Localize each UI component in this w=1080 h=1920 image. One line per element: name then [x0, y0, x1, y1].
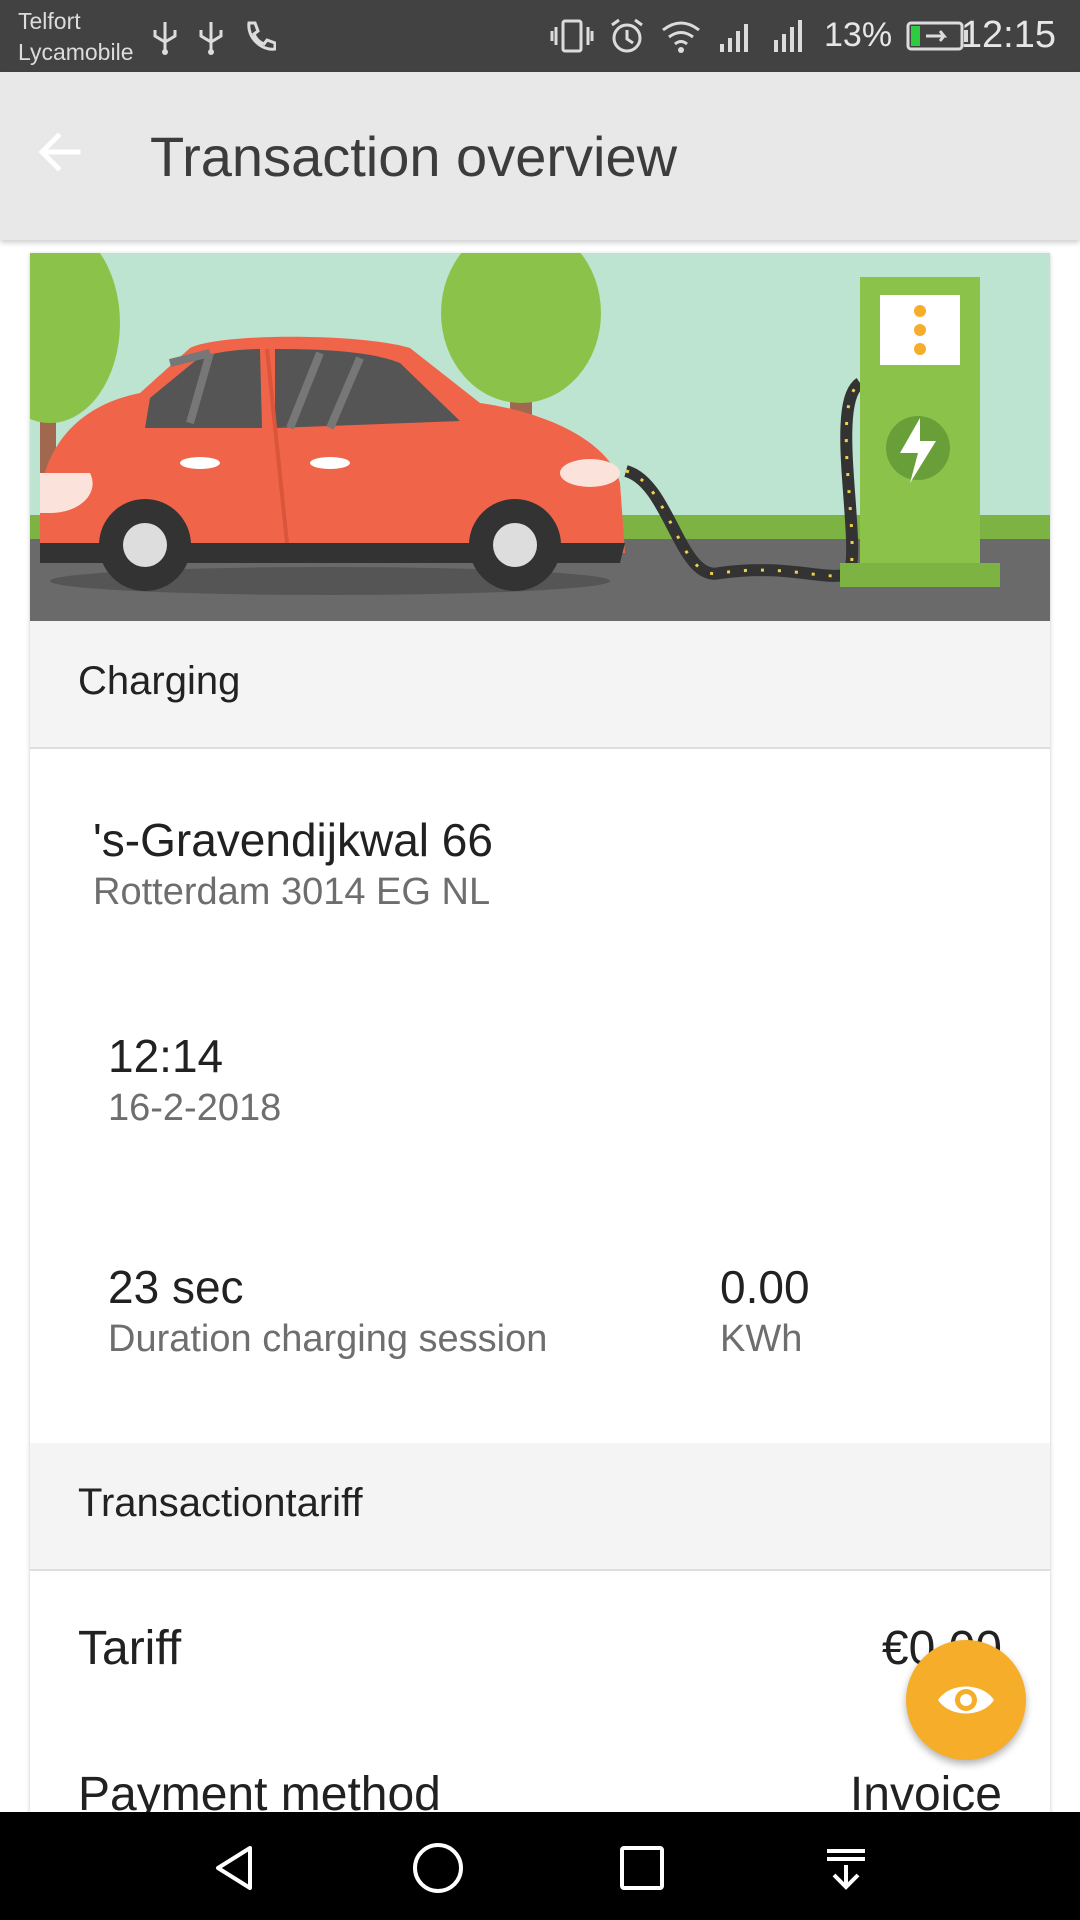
- status-time: 12:15: [960, 14, 1056, 56]
- address-line1: 's-Gravendijkwal 66: [93, 814, 493, 866]
- charging-date: 16-2-2018: [108, 1087, 282, 1129]
- signal-roaming-icon: [774, 19, 802, 52]
- nav-recents-button[interactable]: [612, 1838, 672, 1898]
- carrier-names: Telfort Lycamobile: [18, 6, 133, 68]
- page-title: Transaction overview: [150, 125, 678, 188]
- carrier-2: Lycamobile: [18, 39, 134, 65]
- back-button[interactable]: [24, 116, 96, 188]
- transaction-card: Charging 's-Gravendijkwal 66 Rotterdam 3…: [30, 253, 1050, 1813]
- eye-icon: [938, 1686, 994, 1714]
- usb-icon: [199, 22, 223, 55]
- alarm-icon: [611, 18, 643, 52]
- payment-method-label: Payment method: [78, 1768, 441, 1813]
- status-icons-left: [150, 18, 276, 56]
- usb-icon: [153, 22, 177, 55]
- address-line2: Rotterdam 3014 EG NL: [93, 871, 491, 913]
- carrier-1: Telfort: [18, 8, 81, 34]
- energy-value: 0.00: [720, 1261, 810, 1313]
- duration-label: Duration charging session: [108, 1318, 548, 1360]
- tariff-label: Tariff: [78, 1622, 182, 1675]
- wifi-icon: [662, 21, 700, 53]
- phone-icon: [247, 21, 276, 51]
- view-button[interactable]: [906, 1640, 1026, 1760]
- notifications-pulldown-icon: [827, 1849, 865, 1890]
- system-nav-bar: [0, 1812, 1080, 1920]
- nav-back-button[interactable]: [205, 1838, 265, 1898]
- status-icons-right: 13%: [550, 16, 970, 55]
- tariff-header-label: Transactiontariff: [78, 1481, 363, 1525]
- back-triangle-icon: [216, 1846, 252, 1890]
- tariff-section-header: Transactiontariff: [30, 1443, 1050, 1571]
- home-circle-icon: [413, 1843, 463, 1893]
- arrow-back-icon: [38, 132, 81, 172]
- charging-section-header: Charging: [30, 621, 1050, 749]
- vibrate-icon: [550, 19, 594, 52]
- car-charging-illustration: [30, 253, 1050, 621]
- app-bar: Transaction overview: [0, 72, 1080, 240]
- signal-icon: [720, 23, 748, 52]
- payment-method-value: Invoice: [849, 1768, 1002, 1813]
- charging-header-label: Charging: [78, 659, 241, 703]
- battery-percent: 13%: [824, 16, 893, 54]
- time-block: 12:14 16-2-2018: [108, 1029, 281, 1130]
- recents-square-icon: [620, 1846, 664, 1890]
- duration-value: 23 sec: [108, 1261, 244, 1313]
- nav-home-button[interactable]: [408, 1838, 468, 1898]
- energy-unit: KWh: [720, 1318, 803, 1360]
- duration-block: 23 sec Duration charging session: [108, 1260, 547, 1361]
- energy-block: 0.00 KWh: [720, 1260, 810, 1361]
- status-bar: Telfort Lycamobile 13% 12:15: [0, 0, 1080, 72]
- charging-time: 12:14: [108, 1030, 224, 1082]
- nav-notifications-button[interactable]: [816, 1838, 876, 1898]
- location-block: 's-Gravendijkwal 66 Rotterdam 3014 EG NL: [93, 813, 493, 914]
